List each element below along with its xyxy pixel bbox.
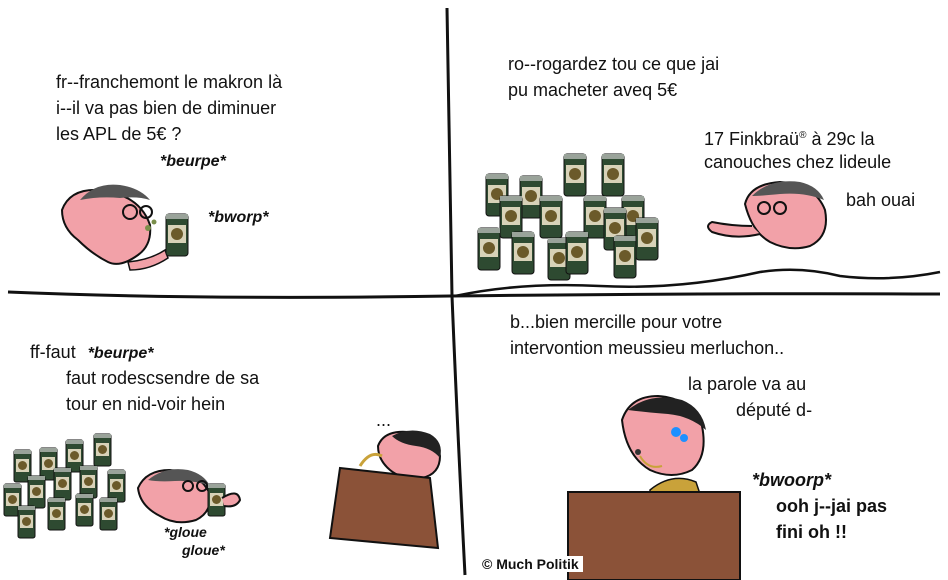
sound-effect-bwoorp: *bwoorp* [752, 470, 831, 490]
reply-text: bah ouai [846, 190, 916, 210]
speech-line-2: faut rodescsendre de sa [66, 368, 260, 388]
reply-line-2: fini oh !! [776, 522, 847, 542]
sound-effect-beurpe: *beurpe* [87, 345, 154, 362]
character-minister [620, 394, 706, 495]
character-drinker-2 [136, 468, 242, 524]
character-drinker-1 [60, 184, 189, 271]
speech-line-2: intervontion meussieu merluchon.. [510, 338, 785, 358]
podium [567, 491, 741, 580]
speech-line-3: 17 Finkbraü® à 29c la [704, 124, 874, 151]
speech-line-3-price: à 29c la [806, 129, 875, 149]
speech-line-3: les APL de 5€ ? [56, 124, 182, 144]
speech-line-3: tour en nid-voir hein [66, 394, 226, 414]
ellipsis-text: ... [376, 410, 392, 430]
speech-line-2: pu macheter aveq 5€ [508, 80, 678, 100]
speech-lead: ff-faut [30, 342, 76, 362]
character-buyer [707, 180, 827, 250]
sound-effect-gloue-2: gloue* [182, 542, 225, 558]
beer-can-pile-1 [477, 153, 659, 281]
speech-line-4: canouches chez lideule [704, 152, 892, 172]
beer-can-pile-2 [3, 433, 126, 539]
speech-line-2: i--il va pas bien de diminuer [56, 98, 277, 118]
speech-line-1: ro--rogardez tou ce que jai [508, 54, 720, 74]
divider-vertical [445, 7, 467, 576]
speech-line-4: député d- [736, 400, 813, 420]
speech-line-3-brand: 17 Finkbraü [704, 129, 800, 149]
credit-text: © Much Politik [478, 556, 583, 572]
speech-line-1: ff-faut *beurpe* [30, 340, 154, 366]
sound-effect-beurpe: *beurpe* [160, 153, 226, 170]
character-minister-slumped [328, 430, 442, 550]
speech-line-1: fr--franchemont le makron là [56, 72, 283, 92]
reply-line-1: ooh j--jai pas [776, 496, 888, 516]
sound-effect-bworp: *bworp* [208, 209, 269, 226]
speech-line-1: b...bien mercille pour votre [510, 312, 723, 332]
speech-line-3: la parole va au [688, 374, 807, 394]
